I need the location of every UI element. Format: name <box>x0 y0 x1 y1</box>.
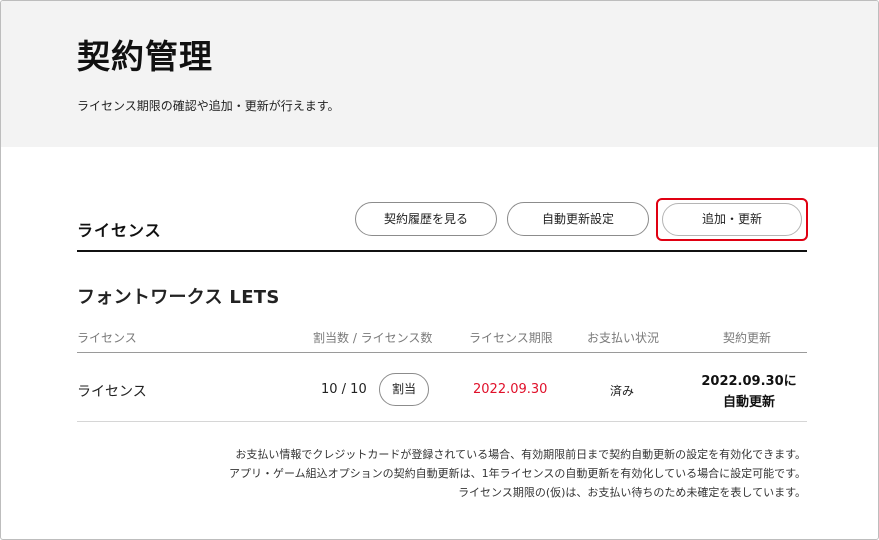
page-description: ライセンス期限の確認や追加・更新が行えます。 <box>77 99 340 113</box>
contract-history-button[interactable]: 契約履歴を見る <box>355 202 497 236</box>
column-header-license: ライセンス <box>77 331 137 345</box>
payment-status-cell: 済み <box>610 384 635 398</box>
contract-management-page: 契約管理 ライセンス期限の確認や追加・更新が行えます。 ライセンス 契約履歴を見… <box>0 0 879 540</box>
table-row: ライセンス 10 / 10 割当 2022.09.30 済み 2022.09.3… <box>77 353 807 422</box>
license-table-header: ライセンス 割当数 / ライセンス数 ライセンス期限 お支払い状況 契約更新 <box>77 319 807 353</box>
auto-renew-settings-button[interactable]: 自動更新設定 <box>507 202 649 236</box>
add-renew-highlight: 追加・更新 <box>656 198 808 241</box>
column-header-payment: お支払い状況 <box>587 331 660 345</box>
column-header-renewal: 契約更新 <box>723 331 772 345</box>
column-header-allocation: 割当数 / ライセンス数 <box>313 331 433 345</box>
note-line: お支払い情報でクレジットカードが登録されている場合、有効期限前日まで契約自動更新… <box>235 448 806 461</box>
renewal-date: 2022.09.30に <box>701 374 797 389</box>
allocate-button[interactable]: 割当 <box>379 373 429 406</box>
allocation-count-cell: 10 / 10 <box>321 382 367 397</box>
page-title: 契約管理 <box>77 37 213 76</box>
license-expiry-cell: 2022.09.30 <box>473 382 548 397</box>
renewal-type: 自動更新 <box>722 395 775 410</box>
license-section-header: ライセンス 契約履歴を見る 自動更新設定 追加・更新 <box>77 197 808 252</box>
product-name: フォントワークス LETS <box>77 287 280 308</box>
column-header-period: ライセンス期限 <box>469 331 553 345</box>
notes: お支払い情報でクレジットカードが登録されている場合、有効期限前日まで契約自動更新… <box>229 445 806 502</box>
license-name-cell: ライセンス <box>77 384 147 400</box>
renewal-cell: 2022.09.30に 自動更新 <box>697 371 801 413</box>
note-line: アプリ・ゲーム組込オプションの契約自動更新は、1年ライセンスの自動更新を有効化し… <box>228 467 806 480</box>
add-renew-button[interactable]: 追加・更新 <box>662 202 802 236</box>
section-title: ライセンス <box>77 221 162 240</box>
page-header: 契約管理 ライセンス期限の確認や追加・更新が行えます。 <box>1 1 878 147</box>
note-line: ライセンス期限の(仮)は、お支払い待ちのため未確定を表しています。 <box>458 486 806 499</box>
